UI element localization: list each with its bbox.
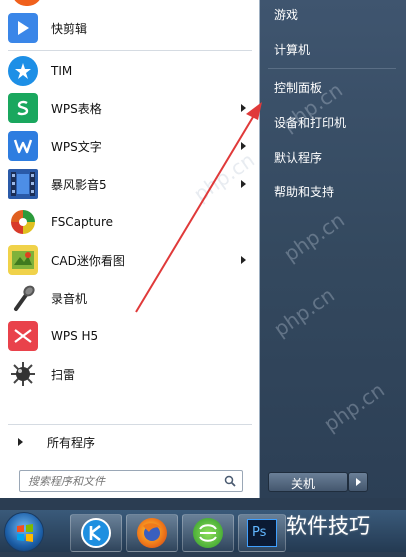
- program-label: WPS文字: [51, 139, 102, 154]
- divider: [268, 68, 396, 69]
- submenu-arrow-icon: [241, 104, 246, 112]
- expand-arrow-icon: [18, 438, 23, 446]
- program-item-fscapture[interactable]: FSCapture: [8, 204, 254, 240]
- wps-writer-icon: [8, 131, 38, 161]
- taskbar-app-photoshop[interactable]: Ps: [238, 514, 286, 552]
- minesweeper-icon: [8, 359, 38, 389]
- taskbar-app-360-browser[interactable]: [182, 514, 234, 552]
- shutdown-options-button[interactable]: [348, 472, 368, 492]
- all-programs-label: 所有程序: [47, 435, 96, 450]
- program-item-kuaijianji[interactable]: 快剪辑: [8, 10, 254, 46]
- shutdown-button[interactable]: 关机: [268, 472, 348, 492]
- shutdown-label: 关机: [291, 477, 316, 491]
- program-item-wps-spreadsheet[interactable]: WPS表格: [8, 90, 254, 126]
- orange-app-icon[interactable]: [12, 0, 42, 6]
- baofeng-icon: [8, 169, 38, 199]
- kuaijianji-taskbar-icon: [81, 518, 111, 548]
- wps-spreadsheet-icon: [8, 93, 38, 123]
- search-icon[interactable]: [224, 475, 236, 487]
- windows-logo-icon: [17, 524, 33, 542]
- cad-viewer-icon: [8, 245, 38, 275]
- photoshop-icon-text: Ps: [252, 525, 267, 540]
- kuaijianji-icon: [8, 13, 38, 43]
- divider: [8, 50, 252, 51]
- submenu-arrow-icon: [241, 180, 246, 188]
- 360-browser-icon: [193, 518, 223, 548]
- menu-item-computer[interactable]: 计算机: [274, 41, 310, 58]
- submenu-arrow-icon: [241, 256, 246, 264]
- divider: [8, 424, 252, 425]
- program-label: TIM: [51, 64, 73, 78]
- firefox-icon: [137, 518, 167, 548]
- microphone-icon: [8, 283, 38, 313]
- chevron-right-icon: [356, 478, 361, 486]
- program-label: 录音机: [51, 291, 88, 306]
- program-label: CAD迷你看图: [51, 253, 125, 268]
- program-label: WPS H5: [51, 329, 99, 343]
- program-item-wps-writer[interactable]: WPS文字: [8, 128, 254, 164]
- photoshop-icon: Ps: [247, 519, 277, 547]
- search-box[interactable]: [19, 470, 243, 492]
- menu-item-help-support[interactable]: 帮助和支持: [274, 183, 334, 200]
- start-menu-programs-pane: 快剪辑 TIM WPS表格 WPS文字 暴风影音5 FSCapture CAD迷…: [0, 0, 260, 498]
- program-item-sound-recorder[interactable]: 录音机: [8, 280, 254, 316]
- taskbar-app-firefox[interactable]: [126, 514, 178, 552]
- site-watermark-text: 软件技巧: [286, 514, 370, 538]
- program-label: 快剪辑: [51, 21, 88, 36]
- program-label: WPS表格: [51, 101, 102, 116]
- program-item-minesweeper[interactable]: 扫雷: [8, 356, 254, 392]
- program-item-cad-viewer[interactable]: CAD迷你看图: [8, 242, 254, 278]
- menu-item-default-programs[interactable]: 默认程序: [274, 149, 322, 166]
- wps-h5-icon: [8, 321, 38, 351]
- start-button[interactable]: [4, 512, 44, 552]
- program-label: 扫雷: [51, 367, 76, 382]
- program-label: FSCapture: [51, 215, 114, 229]
- search-input[interactable]: [20, 471, 216, 491]
- program-item-wps-h5[interactable]: WPS H5: [8, 318, 254, 354]
- fscapture-icon: [8, 207, 38, 237]
- program-label: 暴风影音5: [51, 177, 107, 192]
- program-item-tim[interactable]: TIM: [8, 53, 254, 89]
- menu-item-games[interactable]: 游戏: [274, 6, 298, 23]
- taskbar-app-kuaijianji[interactable]: [70, 514, 122, 552]
- all-programs-button[interactable]: 所有程序: [8, 430, 252, 454]
- tim-icon: [8, 56, 38, 86]
